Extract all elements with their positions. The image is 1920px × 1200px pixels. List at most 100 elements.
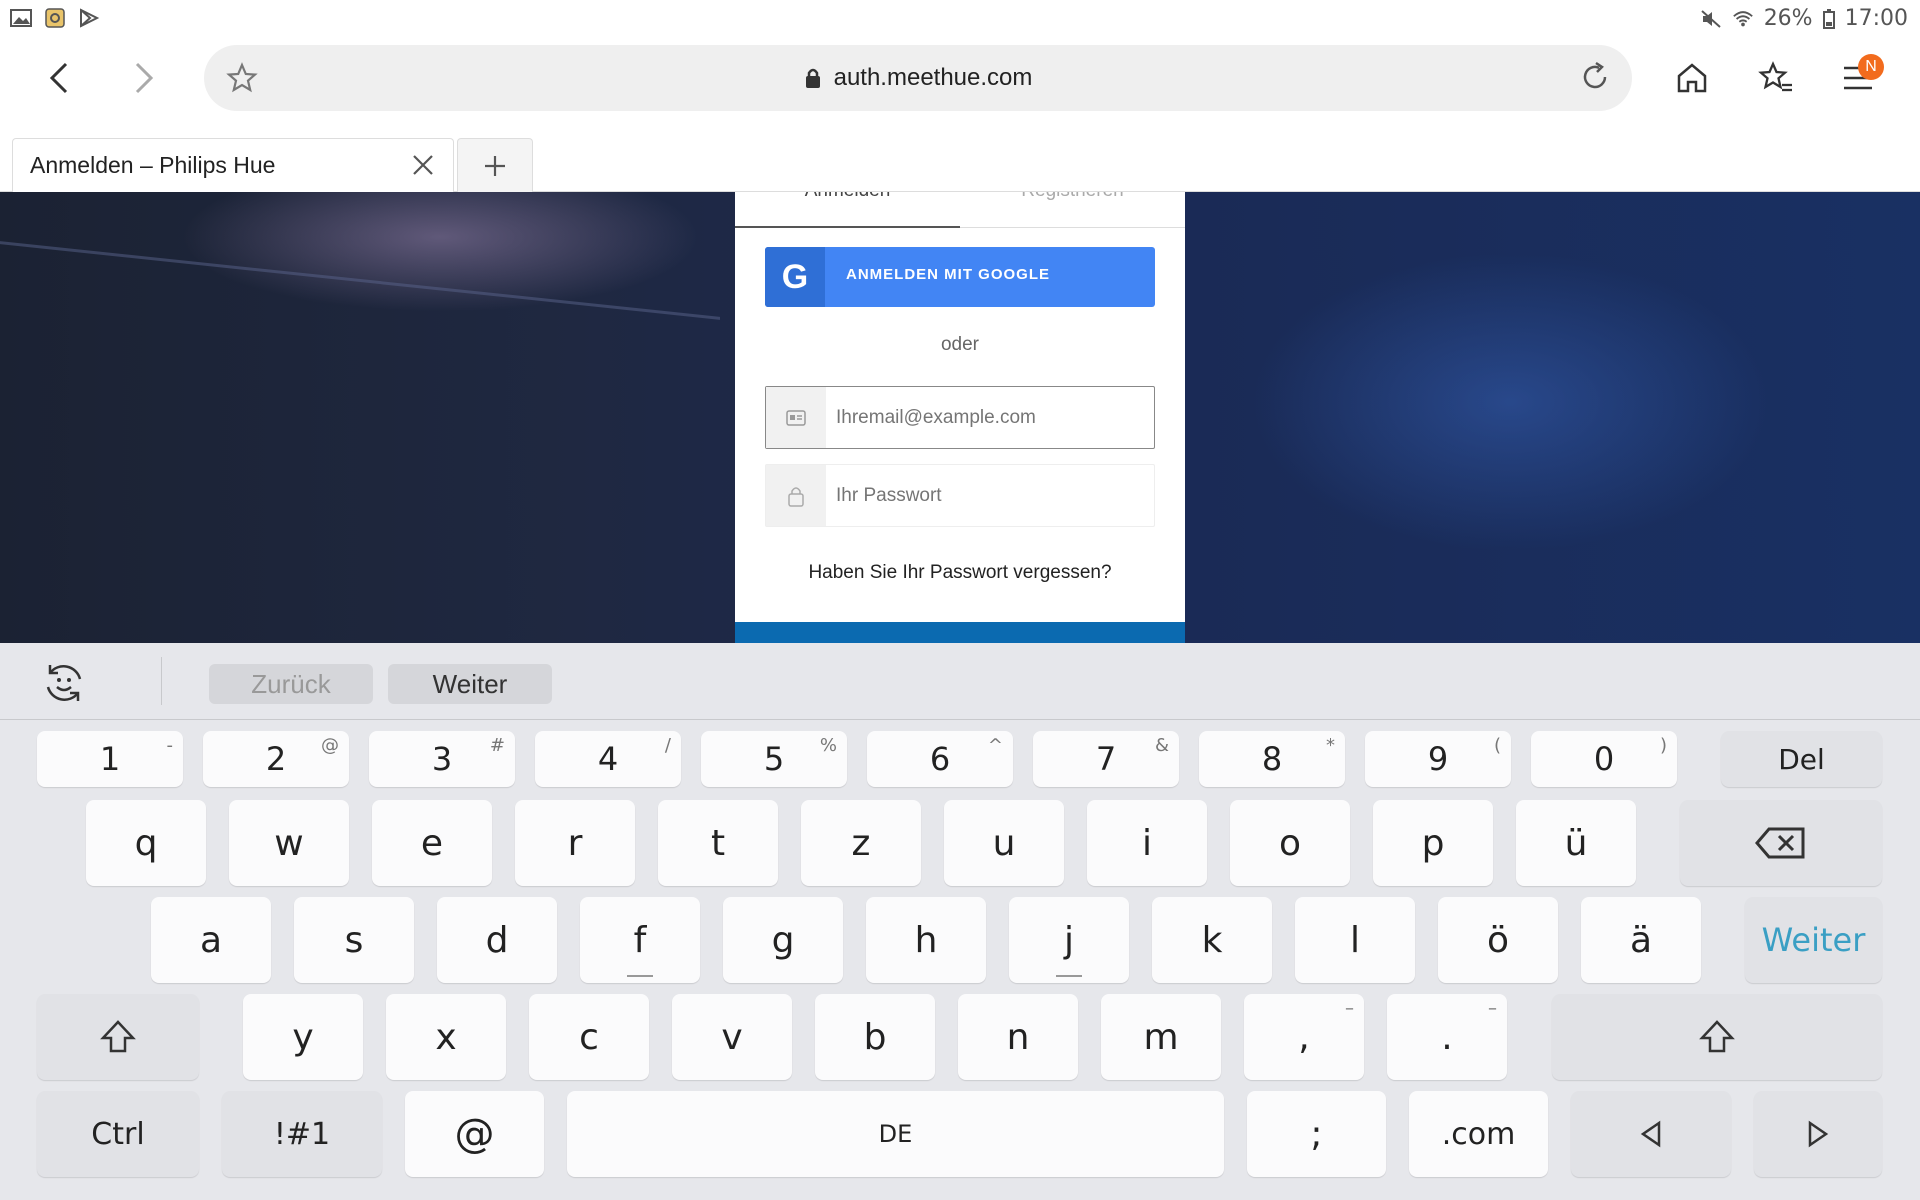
key-6[interactable]: 6 ^: [867, 731, 1013, 787]
forward-button[interactable]: [113, 48, 173, 108]
password-input[interactable]: [836, 465, 1146, 526]
wifi-icon: [1732, 10, 1753, 26]
key-ü[interactable]: ü: [1516, 800, 1636, 886]
key-e-label: e: [420, 822, 444, 864]
space-key-label: DE: [878, 1120, 913, 1148]
key-o[interactable]: o: [1230, 800, 1350, 886]
next-field-button[interactable]: Weiter: [388, 664, 552, 704]
new-tab-button[interactable]: [457, 138, 533, 192]
address-bar[interactable]: auth.meethue.com: [204, 45, 1632, 111]
key-m-label: m: [1143, 1016, 1179, 1058]
tab-title: Anmelden – Philips Hue: [30, 152, 276, 178]
key-l[interactable]: l: [1295, 897, 1415, 983]
clock: 17:00: [1844, 6, 1908, 31]
key-7[interactable]: 7 &: [1033, 731, 1179, 787]
key-0-label: 0: [1593, 740, 1615, 778]
key-5[interactable]: 5%: [701, 731, 847, 787]
key-c[interactable]: c: [529, 994, 649, 1080]
forgot-password-link[interactable]: Haben Sie Ihr Passwort vergessen?: [735, 562, 1185, 584]
key-3[interactable]: 3 #: [369, 731, 515, 787]
enter-key[interactable]: Weiter: [1745, 897, 1882, 983]
key-j[interactable]: j: [1009, 897, 1129, 983]
cursor-left-key[interactable]: [1571, 1091, 1731, 1177]
key-6-alt-label: ^: [987, 735, 1003, 756]
key-a[interactable]: a: [151, 897, 271, 983]
enter-key-label: Weiter: [1761, 921, 1866, 959]
comma-key[interactable]: , –: [1244, 994, 1364, 1080]
key-4[interactable]: 4/: [535, 731, 681, 787]
home-button[interactable]: [1662, 48, 1722, 108]
key-t[interactable]: t: [658, 800, 778, 886]
key-0[interactable]: 0): [1531, 731, 1677, 787]
email-field[interactable]: [765, 386, 1155, 449]
key-m[interactable]: m: [1101, 994, 1221, 1080]
key-x-label: x: [435, 1016, 457, 1058]
google-signin-button[interactable]: G ANMELDEN MIT GOOGLE: [765, 247, 1155, 307]
tab-register[interactable]: Registrieren: [960, 192, 1185, 202]
key-1[interactable]: 1-: [37, 731, 183, 787]
home-row-marker: [1056, 975, 1082, 977]
key-k[interactable]: k: [1152, 897, 1272, 983]
key-v[interactable]: v: [672, 994, 792, 1080]
key-ä[interactable]: ä: [1581, 897, 1701, 983]
key-d-label: d: [485, 919, 509, 961]
key-9[interactable]: 9(: [1365, 731, 1511, 787]
key-i[interactable]: i: [1087, 800, 1207, 886]
backspace-key[interactable]: [1680, 800, 1882, 886]
menu-button[interactable]: N: [1828, 48, 1888, 108]
close-icon[interactable]: [409, 151, 437, 179]
key-s[interactable]: s: [294, 897, 414, 983]
play-store-notification-icon: [80, 8, 100, 28]
shift-key-right[interactable]: [1552, 994, 1882, 1080]
key-y[interactable]: y: [243, 994, 363, 1080]
key-x[interactable]: x: [386, 994, 506, 1080]
emoji-toggle-icon[interactable]: [40, 659, 88, 707]
key-h[interactable]: h: [866, 897, 986, 983]
home-row-marker: [627, 975, 653, 977]
dotcom-key[interactable]: .com: [1409, 1091, 1548, 1177]
symbols-key[interactable]: !#1: [222, 1091, 382, 1177]
key-n[interactable]: n: [958, 994, 1078, 1080]
password-field[interactable]: [765, 464, 1155, 527]
reload-icon[interactable]: [1578, 60, 1612, 94]
space-key[interactable]: DE: [567, 1091, 1224, 1177]
key-9-label: 9: [1427, 740, 1449, 778]
tab-signin[interactable]: Anmelden: [735, 192, 960, 202]
ctrl-key[interactable]: Ctrl: [37, 1091, 199, 1177]
key-4-label: 4: [597, 740, 619, 778]
key-f[interactable]: f: [580, 897, 700, 983]
key-z[interactable]: z: [801, 800, 921, 886]
key-2-label: 2: [265, 740, 287, 778]
key-u[interactable]: u: [944, 800, 1064, 886]
semicolon-key[interactable]: ;: [1247, 1091, 1386, 1177]
key-y-label: y: [292, 1016, 314, 1058]
key-h-label: h: [914, 919, 938, 961]
email-input[interactable]: [836, 387, 1146, 448]
at-key[interactable]: @: [405, 1091, 544, 1177]
key-p[interactable]: p: [1373, 800, 1493, 886]
key-8[interactable]: 8 *: [1199, 731, 1345, 787]
key-g[interactable]: g: [723, 897, 843, 983]
del-key[interactable]: Del: [1721, 731, 1882, 787]
key-ö[interactable]: ö: [1438, 897, 1558, 983]
key-e[interactable]: e: [372, 800, 492, 886]
key-d[interactable]: d: [437, 897, 557, 983]
login-panel: Anmelden Registrieren G ANMELDEN MIT GOO…: [735, 192, 1185, 643]
back-button[interactable]: [30, 48, 90, 108]
triangle-right-icon: [1808, 1120, 1829, 1148]
key-w[interactable]: w: [229, 800, 349, 886]
background-image-right: [1250, 252, 1770, 552]
cursor-right-key[interactable]: [1754, 1091, 1882, 1177]
submit-button[interactable]: [735, 622, 1185, 643]
key-2-alt-label: @: [321, 735, 339, 756]
key-b[interactable]: b: [815, 994, 935, 1080]
shift-key-left[interactable]: [37, 994, 199, 1080]
key-q[interactable]: q: [86, 800, 206, 886]
key-2[interactable]: 2 @: [203, 731, 349, 787]
previous-field-button[interactable]: Zurück: [209, 664, 373, 704]
bookmarks-button[interactable]: [1746, 48, 1806, 108]
key-r[interactable]: r: [515, 800, 635, 886]
period-key[interactable]: . –: [1387, 994, 1507, 1080]
app-notification-icon: [45, 8, 65, 28]
browser-tab[interactable]: Anmelden – Philips Hue: [12, 138, 454, 192]
